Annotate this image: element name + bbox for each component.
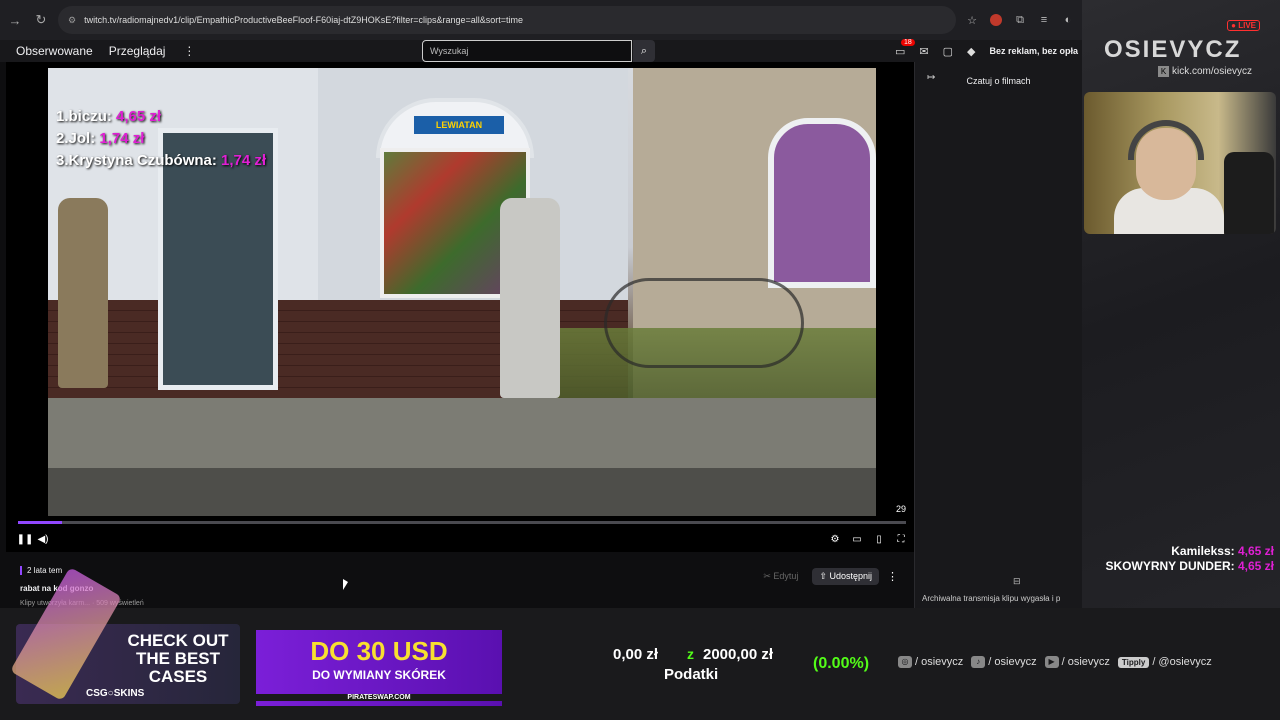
stream-overlay: ● LIVE OSIEVYCZ Kkick.com/osievycz Kamil… (1082, 0, 1280, 608)
search-input[interactable]: Wyszukaj (422, 40, 632, 62)
screen: → ↻ ⚙ twitch.tv/radiomajnedv1/clip/Empat… (0, 0, 1280, 720)
nav-browse-link[interactable]: Przeglądaj (109, 44, 166, 58)
scissors-icon: ✂ (763, 571, 774, 581)
player-controls: ❚❚ ◀) ⚙ ▭ ▯ ⛶ (16, 532, 910, 546)
goal-current: 0,00 zł (613, 646, 659, 663)
goal-percent: (0.00%) (813, 655, 870, 672)
clip-counter: 29 (895, 504, 906, 514)
pause-icon[interactable]: ❚❚ (16, 534, 34, 545)
reload-icon[interactable]: ↻ (32, 11, 50, 29)
progress-fill (18, 521, 63, 524)
clip-info: 2 lata tem rabat na kod gonzo Klipy utwo… (6, 556, 914, 608)
ad2-headline: DO 30 USD (310, 636, 448, 666)
puzzle-icon[interactable]: ⧉ (1012, 12, 1028, 28)
volume-icon[interactable]: ◀) (34, 534, 52, 545)
progress-bar[interactable] (18, 521, 906, 524)
clip-actions: ✂ Edytuj ⇧ Udostępnij ⋮ (757, 568, 898, 585)
extension-badge-icon[interactable] (988, 12, 1004, 28)
search-icon[interactable]: ⌕ (633, 40, 655, 62)
star-icon[interactable]: ☆ (964, 12, 980, 28)
chat-panel: ↦ Czatuj o filmach ⊟ Archiwalna transmis… (914, 62, 1082, 608)
ranking-row: 1.biczu: 4,65 zł (56, 108, 162, 125)
ad1-headline: CHECK OUT THE BEST CASES (127, 631, 229, 686)
goal-target: 2000,00 zł (703, 646, 774, 663)
donor-row: SKOWYRNY DUNDER: 4,65 zł (1105, 559, 1275, 573)
more-menu-icon[interactable]: ⋮ (183, 44, 195, 58)
social-tiktok: ♪ / osievycz (971, 656, 1037, 669)
ad1-brand: CSG○SKINS (86, 688, 145, 699)
goal-label: Podatki (664, 666, 719, 683)
kick-link: Kkick.com/osievycz (1158, 66, 1252, 77)
shop-sign: LEWIATAN (414, 116, 504, 134)
media-icon[interactable]: ≡ (1036, 12, 1052, 28)
ad2-url: PIRATESWAP.COM (256, 694, 502, 701)
chat-archived-message: Archiwalna transmisja klipu wygasła i p (922, 594, 1061, 603)
share-button[interactable]: ⇧ Udostępnij (812, 568, 879, 585)
youtube-icon: ▶ (1044, 656, 1059, 669)
cast-icon[interactable]: ▭ (848, 534, 866, 545)
person-walking (58, 198, 108, 388)
browser-toolbar: → ↻ ⚙ twitch.tv/radiomajnedv1/clip/Empat… (0, 0, 1082, 40)
theatre-mode-icon[interactable]: ▯ (870, 534, 888, 545)
video-frame: LEWIATAN 1.biczu: 4,65 zł 2.Jol: 1,74 zł… (48, 68, 876, 516)
person-standing (500, 198, 560, 398)
live-badge: ● LIVE (1227, 20, 1260, 31)
streamer-brand: OSIEVYCZ (1104, 36, 1242, 63)
whispers-icon[interactable]: ▢ (943, 45, 953, 58)
ranking-row: 3.Krystyna Czubówna: 1,74 zł (56, 152, 267, 169)
tiktok-icon: ♪ (971, 656, 986, 669)
edit-button[interactable]: ✂ Edytuj (757, 568, 804, 585)
social-links: ◎ / osievycz ♪ / osievycz ▶ / osievycz Tipp… (898, 656, 1212, 669)
ad-free-promo-button[interactable]: Bez reklam, bez opła (989, 46, 1078, 56)
clip-age: 2 lata tem (20, 566, 62, 575)
pirateswap-ad: DO 30 USD DO WYMIANY SKÓREK PIRATESWAP.C… (256, 630, 502, 706)
chat-title: Czatuj o filmach (966, 76, 1031, 86)
fullscreen-icon[interactable]: ⛶ (892, 534, 910, 545)
social-tipply: Tipply / @osievycz (1117, 656, 1212, 669)
donor-row: Kamilekss: 4,65 zł (1171, 544, 1274, 558)
address-bar[interactable]: ⚙ twitch.tv/radiomajnedv1/clip/EmpathicP… (58, 6, 956, 34)
url-text: twitch.tv/radiomajnedv1/clip/EmpathicPro… (84, 15, 524, 25)
profile-icon[interactable]: ◐ (1060, 12, 1076, 28)
donor-list: Kamilekss: 4,65 zł SKOWYRNY DUNDER: 4,65… (1106, 544, 1275, 574)
headset (1128, 120, 1204, 160)
bits-icon[interactable]: ◆ (967, 45, 975, 58)
goal-separator: z (687, 646, 694, 662)
social-instagram: ◎ / osievycz (898, 656, 963, 669)
video-player[interactable]: LEWIATAN 1.biczu: 4,65 zł 2.Jol: 1,74 zł… (6, 62, 914, 552)
kick-icon: K (1158, 66, 1169, 77)
ranking-row: 2.Jol: 1,74 zł (56, 130, 145, 147)
settings-icon[interactable]: ⚙ (826, 534, 844, 545)
nav-right-icons: ▭ 18 ✉ ▢ ◆ Bez reklam, bez opła (895, 38, 1078, 62)
more-options-icon[interactable]: ⋮ (887, 570, 898, 583)
notifications-count: 18 (900, 38, 915, 46)
social-youtube: ▶ / osievycz (1044, 656, 1110, 669)
webcam-feed (1084, 92, 1276, 234)
donation-ranking: 1.biczu: 4,65 zł 2.Jol: 1,74 zł 3.Krysty… (56, 106, 266, 172)
share-icon: ⇧ (819, 571, 830, 581)
tipply-badge: Tipply (1117, 657, 1150, 669)
nav-followed-link[interactable]: Obserwowane (16, 44, 93, 58)
instagram-icon: ◎ (898, 656, 912, 669)
csgoskins-ad: CHECK OUT THE BEST CASES CSG○SKINS (10, 567, 240, 704)
site-info-icon[interactable]: ⚙ (68, 15, 76, 26)
bottom-overlay: CHECK OUT THE BEST CASES CSG○SKINS DO 30… (0, 567, 1280, 720)
arrow-left-icon[interactable]: → (6, 11, 24, 29)
inbox-icon[interactable]: ✉ (919, 45, 928, 58)
arched-window (768, 118, 876, 288)
mouse-cursor (343, 579, 348, 590)
bicycle (604, 278, 804, 368)
twitch-top-nav: Obserwowane Przeglądaj ⋮ Wyszukaj ⌕ ▭ 18 … (0, 38, 1082, 62)
ad2-subline: DO WYMIANY SKÓREK (312, 668, 446, 682)
archive-icon: ⊟ (1013, 576, 1021, 586)
notifications-icon[interactable]: ▭ 18 (895, 38, 915, 58)
